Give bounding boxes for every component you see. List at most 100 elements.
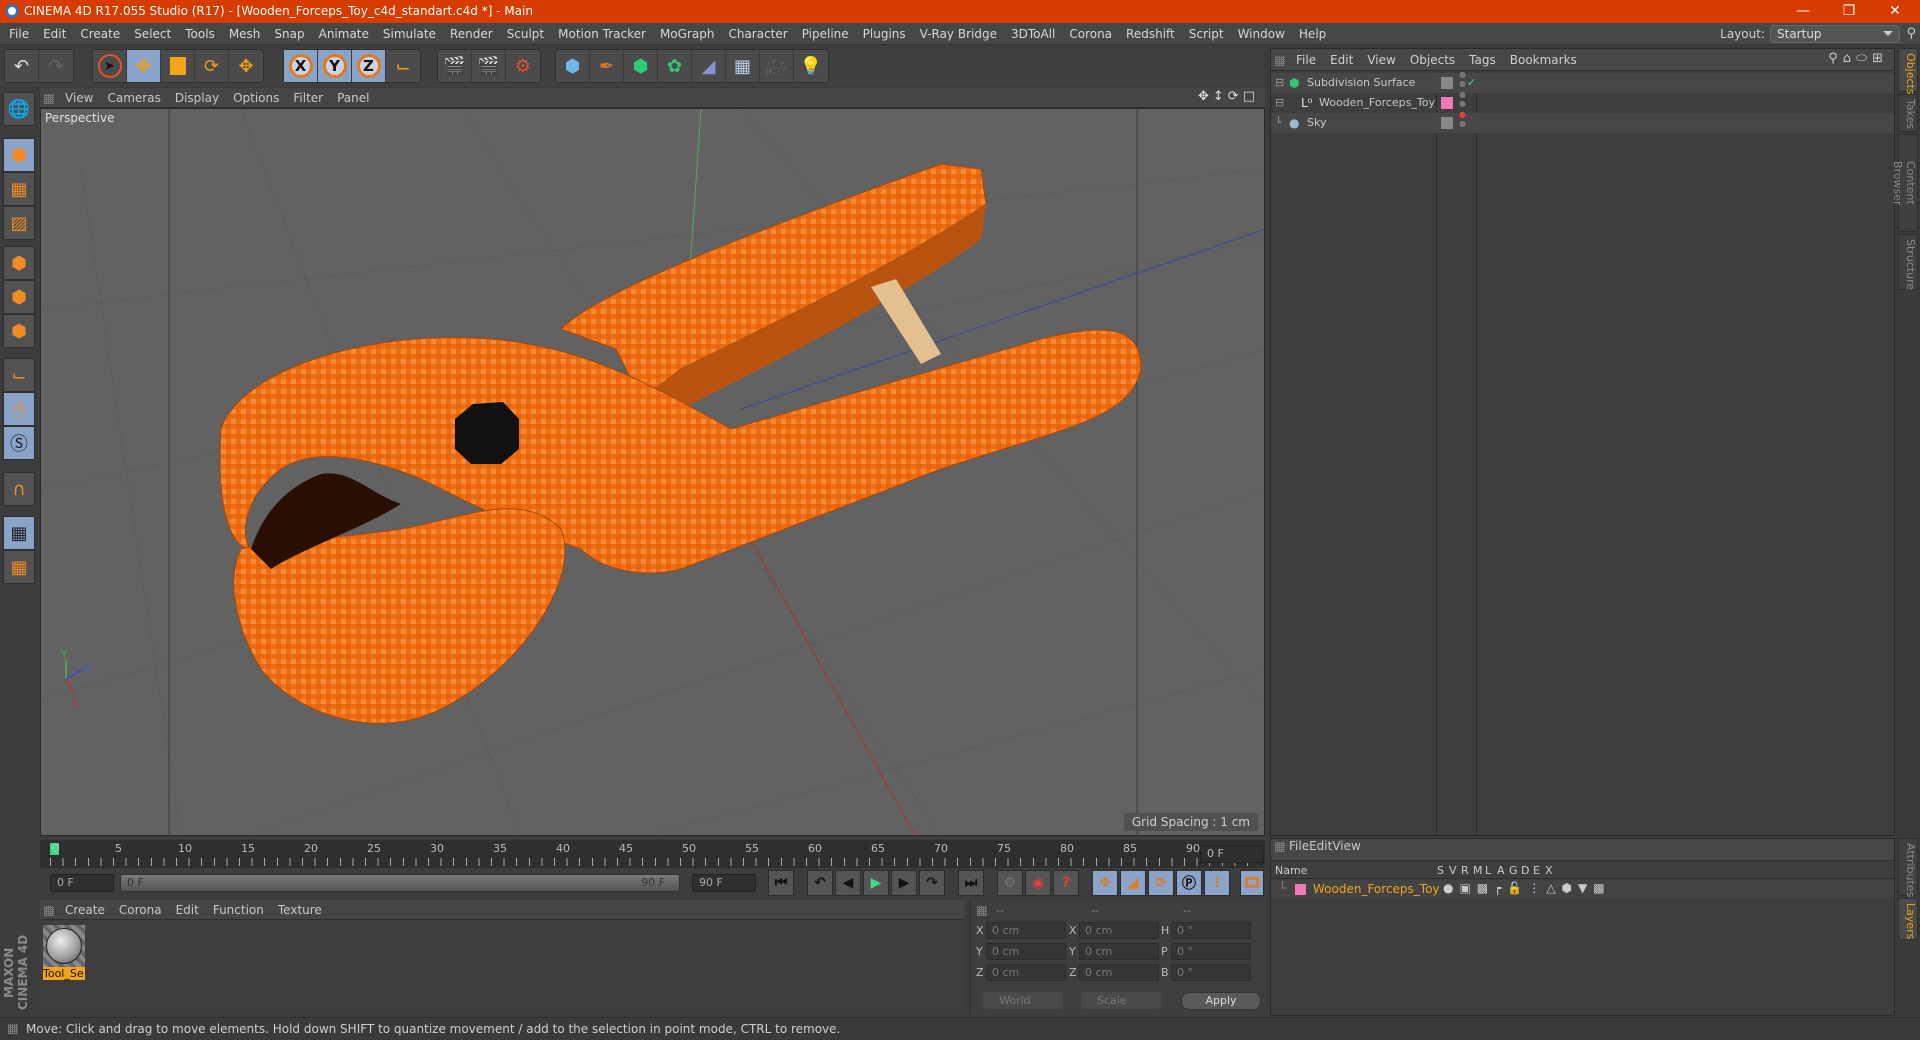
go-to-start-icon[interactable]: ⏮ [768, 870, 794, 896]
next-key-icon[interactable]: ↷ [919, 870, 945, 896]
end-frame-field[interactable]: 90 F [692, 874, 756, 892]
new-view-icon[interactable]: ⊞ [1872, 51, 1888, 66]
layer-none-icon[interactable] [1441, 117, 1453, 129]
menu-snap[interactable]: Snap [267, 23, 311, 45]
object-name[interactable]: Subdivision Surface [1307, 73, 1415, 93]
layout-dropdown[interactable]: Startup [1770, 25, 1900, 43]
menu-character[interactable]: Character [721, 23, 794, 45]
menu-mograph[interactable]: MoGraph [653, 23, 722, 45]
panel-grip-icon[interactable] [1275, 55, 1285, 66]
viewport-menu-view[interactable]: View [58, 88, 100, 108]
tab-structure[interactable]: Structure [1898, 234, 1918, 290]
object-menu-objects[interactable]: Objects [1403, 49, 1462, 71]
panel-grip-icon[interactable] [44, 905, 54, 916]
tab-attributes[interactable]: Attributes [1898, 838, 1918, 897]
menu-file[interactable]: File [2, 23, 36, 45]
menu-v-ray-bridge[interactable]: V-Ray Bridge [913, 23, 1004, 45]
minimize-button[interactable]: — [1780, 0, 1826, 23]
layer-toggles[interactable]: ●▣▩┍🔓⋮△⬢▼▩ [1443, 881, 1611, 895]
scale-icon[interactable] [161, 50, 195, 82]
panel-grip-icon[interactable] [977, 906, 987, 916]
tree-toggle-icon[interactable]: ⊟ [1275, 93, 1284, 113]
axis-mode-icon[interactable]: ⌙ [3, 358, 35, 392]
rotation-x-field[interactable]: 0 ° [1171, 922, 1251, 939]
recent-tool-icon[interactable]: ✥ [229, 50, 263, 82]
edges-mode-icon[interactable]: ⬢ [3, 280, 35, 314]
menu-animate[interactable]: Animate [312, 23, 376, 45]
key-scale-icon[interactable]: ◢ [1120, 870, 1146, 896]
menu-edit[interactable]: Edit [36, 23, 73, 45]
camera-icon[interactable]: 🎥 [760, 50, 794, 82]
viewport-menu-cameras[interactable]: Cameras [100, 88, 167, 108]
layer-color-swatch[interactable] [1441, 97, 1453, 109]
deformer-icon[interactable]: ◢ [692, 50, 726, 82]
object-menu-bookmarks[interactable]: Bookmarks [1503, 49, 1584, 71]
timeline-ruler[interactable]: 0 5 10 15 20 25 30 35 40 45 50 55 60 65 70 75 80 85 90 [40, 840, 1265, 868]
tab-takes[interactable]: Takes [1898, 94, 1918, 132]
close-button[interactable]: ✕ [1872, 0, 1918, 23]
menu-sculpt[interactable]: Sculpt [500, 23, 551, 45]
key-rotation-icon[interactable]: ⟳ [1148, 870, 1174, 896]
key-parameter-icon[interactable]: Ⓟ [1176, 870, 1202, 896]
snap-icon[interactable]: ∩ [3, 472, 35, 506]
menu-plugins[interactable]: Plugins [856, 23, 913, 45]
tweak-mode-icon[interactable]: 🖱 [3, 392, 35, 426]
viewport-menu-display[interactable]: Display [168, 88, 226, 108]
restore-button[interactable]: ❐ [1826, 0, 1872, 23]
redo-icon[interactable]: ↷ [39, 50, 73, 82]
texture-mode-icon[interactable]: ▦ [3, 172, 35, 206]
start-frame-field[interactable]: 0 F [50, 874, 114, 892]
coordinate-space-dropdown[interactable]: World [983, 992, 1063, 1009]
material-thumbnail[interactable] [43, 925, 85, 967]
floor-icon[interactable]: ▦ [726, 50, 760, 82]
material-menu-create[interactable]: Create [58, 900, 112, 920]
tree-toggle-icon[interactable]: └ [1275, 113, 1282, 133]
layer-name[interactable]: Wooden_Forceps_Toy [1313, 882, 1440, 896]
panel-grip-icon[interactable] [8, 1024, 18, 1034]
cube-icon[interactable]: ⬢ [556, 50, 590, 82]
current-frame-field[interactable]: 0 F [1200, 845, 1264, 863]
object-menu-view[interactable]: View [1360, 49, 1402, 71]
y-axis-lock-icon[interactable]: Y [318, 50, 352, 82]
viewport-menu-filter[interactable]: Filter [286, 88, 330, 108]
menu-help[interactable]: Help [1292, 23, 1333, 45]
light-icon[interactable]: 💡 [794, 50, 828, 82]
z-axis-lock-icon[interactable]: Z [352, 50, 386, 82]
layer-column-v[interactable]: V [1449, 864, 1457, 877]
rotation-z-field[interactable]: 0 ° [1171, 964, 1251, 981]
pen-spline-icon[interactable]: ✒ [590, 50, 624, 82]
object-menu-edit[interactable]: Edit [1323, 49, 1360, 71]
previous-key-icon[interactable]: ↶ [807, 870, 833, 896]
render-settings-icon[interactable]: ⚙ [506, 50, 540, 82]
tab-layers[interactable]: Layers [1898, 898, 1918, 940]
menu-create[interactable]: Create [73, 23, 127, 45]
layer-column-m[interactable]: M [1473, 864, 1483, 877]
object-row[interactable]: ⊟ L⁰ Wooden_Forceps_Toy ● ● [1271, 90, 1894, 113]
x-axis-lock-icon[interactable]: X [284, 50, 318, 82]
play-icon[interactable]: ▶ [863, 870, 889, 896]
viewport-menu-options[interactable]: Options [226, 88, 286, 108]
object-row[interactable]: └ ● Sky ● ● [1271, 110, 1894, 133]
layer-column-l[interactable]: L [1485, 864, 1491, 877]
position-z-field[interactable]: 0 cm [986, 964, 1066, 981]
material-menu-corona[interactable]: Corona [112, 900, 169, 920]
frame-range-slider[interactable]: 0 F 90 F [120, 874, 680, 892]
menu-window[interactable]: Window [1231, 23, 1292, 45]
make-editable-icon[interactable]: 🌐 [3, 92, 35, 126]
polygons-mode-icon[interactable]: ⬢ [3, 314, 35, 348]
dolly-icon[interactable]: ↕ [1213, 89, 1228, 104]
key-position-icon[interactable]: ✥ [1092, 870, 1118, 896]
mograph-cloner-icon[interactable]: ✿ [658, 50, 692, 82]
subdivision-surface-icon[interactable]: ⬢ [624, 50, 658, 82]
visibility-dots-icon[interactable]: ● ● [1459, 70, 1466, 88]
layer-color-swatch[interactable] [1295, 884, 1306, 895]
orbit-icon[interactable]: ⟳ [1228, 89, 1243, 104]
menu-motion-tracker[interactable]: Motion Tracker [551, 23, 653, 45]
next-frame-icon[interactable]: ▶ [891, 870, 917, 896]
viewport-menu-panel[interactable]: Panel [330, 88, 376, 108]
material-name[interactable]: Tool_Se [43, 967, 85, 980]
rotate-icon[interactable]: ⟳ [195, 50, 229, 82]
render-view-icon[interactable]: 🎬 [438, 50, 472, 82]
panel-grip-icon[interactable] [1275, 841, 1285, 852]
keyframe-help-icon[interactable]: ? [1053, 870, 1079, 896]
